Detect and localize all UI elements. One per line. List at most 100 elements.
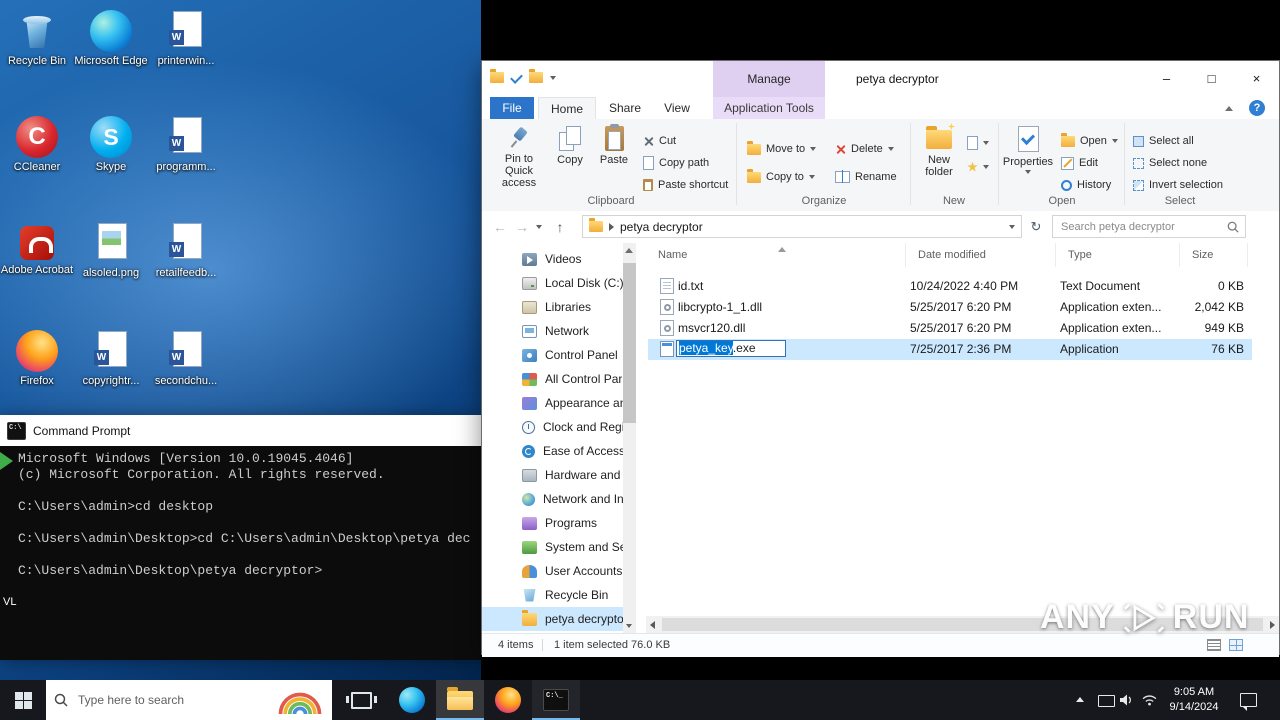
easy-access-button[interactable] <box>964 157 995 177</box>
cut-button[interactable]: Cut <box>640 131 735 151</box>
nav-item-videos[interactable]: Videos <box>482 247 623 271</box>
back-button[interactable]: ← <box>490 211 510 243</box>
tray-display-icon[interactable] <box>1098 695 1115 707</box>
breadcrumb-path[interactable]: petya decryptor <box>620 220 703 234</box>
nav-item-network[interactable]: Network <box>482 319 623 343</box>
copy-to-button[interactable]: Copy to <box>744 167 831 187</box>
help-button[interactable]: ? <box>1249 100 1265 116</box>
nav-item-local-disk[interactable]: Local Disk (C:) <box>482 271 623 295</box>
invert-selection-button[interactable]: Invert selection <box>1130 175 1233 195</box>
pin-to-quick-access-button[interactable]: Pin to Quick access <box>490 124 548 192</box>
column-header-name[interactable]: Name <box>646 243 906 267</box>
select-none-button[interactable]: Select none <box>1130 153 1233 173</box>
taskbar-edge-button[interactable] <box>388 680 436 720</box>
nav-item-all-control-panel-items[interactable]: All Control Par <box>482 367 623 391</box>
start-button[interactable] <box>0 680 46 720</box>
tab-file[interactable]: File <box>490 97 534 119</box>
tab-share[interactable]: Share <box>600 97 650 119</box>
large-icons-view-icon[interactable] <box>1229 639 1243 651</box>
column-header-size[interactable]: Size <box>1180 243 1248 267</box>
rename-selected-text[interactable]: petya_key <box>679 341 733 355</box>
column-header-type[interactable]: Type <box>1056 243 1180 267</box>
delete-button[interactable]: Delete <box>832 139 907 159</box>
history-button[interactable]: History <box>1058 175 1123 195</box>
paste-button[interactable]: Paste <box>592 124 636 192</box>
properties-check-icon[interactable] <box>510 71 523 84</box>
taskbar-command-prompt-button[interactable] <box>532 680 580 720</box>
nav-item-user-accounts[interactable]: User Accounts <box>482 559 623 583</box>
rename-extension-text[interactable]: .exe <box>733 341 756 355</box>
details-view-icon[interactable] <box>1207 639 1221 651</box>
up-button[interactable]: ↑ <box>550 211 570 243</box>
search-input[interactable] <box>1059 219 1227 234</box>
taskbar-file-explorer-button[interactable] <box>436 680 484 720</box>
desktop-icon-printerwin[interactable]: printerwin... <box>149 10 223 68</box>
taskbar-search-box[interactable] <box>46 680 332 720</box>
minimize-button[interactable]: – <box>1144 61 1189 97</box>
scroll-down-icon[interactable] <box>626 624 632 628</box>
copy-button[interactable]: Copy <box>550 124 590 192</box>
nav-item-libraries[interactable]: Libraries <box>482 295 623 319</box>
new-folder-button[interactable]: New folder <box>916 124 962 192</box>
recent-locations-caret-icon[interactable] <box>536 225 542 229</box>
new-folder-icon[interactable] <box>529 69 543 83</box>
manage-contextual-chip[interactable]: Manage <box>713 61 825 97</box>
nav-item-control-panel[interactable]: Control Panel <box>482 343 623 367</box>
chevron-down-icon[interactable] <box>550 75 556 80</box>
command-prompt-titlebar[interactable]: Command Prompt <box>0 415 481 446</box>
file-row-libcrypto-dll[interactable]: libcrypto-1_1.dll 5/25/2017 6:20 PM Appl… <box>648 297 1252 318</box>
desktop-icon-skype[interactable]: Skype <box>74 116 148 174</box>
explorer-search-box[interactable] <box>1052 215 1246 238</box>
nav-item-programs[interactable]: Programs <box>482 511 623 535</box>
properties-button[interactable]: Properties <box>1002 124 1054 192</box>
folder-icon[interactable] <box>490 69 504 83</box>
copy-path-button[interactable]: Copy path <box>640 153 735 173</box>
rename-edit-box[interactable]: petya_key.exe <box>676 340 786 357</box>
nav-scrollbar-thumb[interactable] <box>623 263 636 423</box>
desktop-icon-programm[interactable]: programm... <box>149 116 223 174</box>
tab-application-tools[interactable]: Application Tools <box>713 97 825 119</box>
desktop-icon-retailfeedb[interactable]: retailfeedb... <box>149 222 223 280</box>
scroll-right-icon[interactable] <box>1270 621 1275 629</box>
taskbar-clock[interactable]: 9:05 AM 9/14/2024 <box>1164 685 1224 715</box>
tab-home[interactable]: Home <box>538 97 596 119</box>
desktop-icon-alsoled-png[interactable]: alsoled.png <box>74 222 148 280</box>
task-view-button[interactable] <box>340 680 382 720</box>
select-all-button[interactable]: Select all <box>1130 131 1233 151</box>
action-center-icon[interactable] <box>1240 693 1257 711</box>
taskbar-firefox-button[interactable] <box>484 680 532 720</box>
desktop-icon-secondchu[interactable]: secondchu... <box>149 330 223 388</box>
column-header-date-modified[interactable]: Date modified <box>906 243 1056 267</box>
command-prompt-output[interactable]: Microsoft Windows [Version 10.0.19045.40… <box>0 446 481 660</box>
desktop-icon-firefox[interactable]: Firefox <box>0 330 74 388</box>
new-item-button[interactable] <box>964 133 995 153</box>
nav-item-hardware[interactable]: Hardware and <box>482 463 623 487</box>
address-breadcrumb[interactable]: petya decryptor <box>582 215 1022 238</box>
nav-item-appearance[interactable]: Appearance an <box>482 391 623 415</box>
rename-button[interactable]: Rename <box>832 167 907 187</box>
desktop-icon-copyrightr[interactable]: copyrightr... <box>74 330 148 388</box>
file-row-petya-key-exe-selected[interactable]: petya_key.exe 7/25/2017 2:36 PM Applicat… <box>648 339 1252 360</box>
tray-volume-icon[interactable] <box>1120 694 1134 706</box>
close-button[interactable]: × <box>1234 61 1279 97</box>
desktop-icon-adobe-acrobat[interactable]: Adobe Acrobat <box>0 222 74 277</box>
move-to-button[interactable]: Move to <box>744 139 831 159</box>
scroll-left-icon[interactable] <box>650 621 655 629</box>
refresh-button[interactable]: ↻ <box>1026 211 1046 243</box>
desktop-icon-ccleaner[interactable]: CCleaner <box>0 116 74 174</box>
nav-item-network-internet[interactable]: Network and In <box>482 487 623 511</box>
paste-shortcut-button[interactable]: Paste shortcut <box>640 175 735 195</box>
nav-item-clock-region[interactable]: Clock and Regi <box>482 415 623 439</box>
file-row-msvcr120-dll[interactable]: msvcr120.dll 5/25/2017 6:20 PM Applicati… <box>648 318 1252 339</box>
nav-item-ease-of-access[interactable]: Ease of Access <box>482 439 623 463</box>
tray-network-icon[interactable] <box>1142 695 1157 706</box>
nav-scrollbar[interactable] <box>623 243 636 633</box>
show-hidden-icons-chevron[interactable] <box>1076 697 1084 702</box>
desktop-icon-recycle-bin[interactable]: Recycle Bin <box>0 10 74 68</box>
tab-view[interactable]: View <box>652 97 702 119</box>
collapse-ribbon-icon[interactable] <box>1225 106 1233 111</box>
open-button[interactable]: Open <box>1058 131 1123 151</box>
explorer-titlebar[interactable]: Manage petya decryptor – □ × <box>482 61 1279 97</box>
file-row-id-txt[interactable]: id.txt 10/24/2022 4:40 PM Text Document … <box>648 276 1252 297</box>
maximize-button[interactable]: □ <box>1189 61 1234 97</box>
